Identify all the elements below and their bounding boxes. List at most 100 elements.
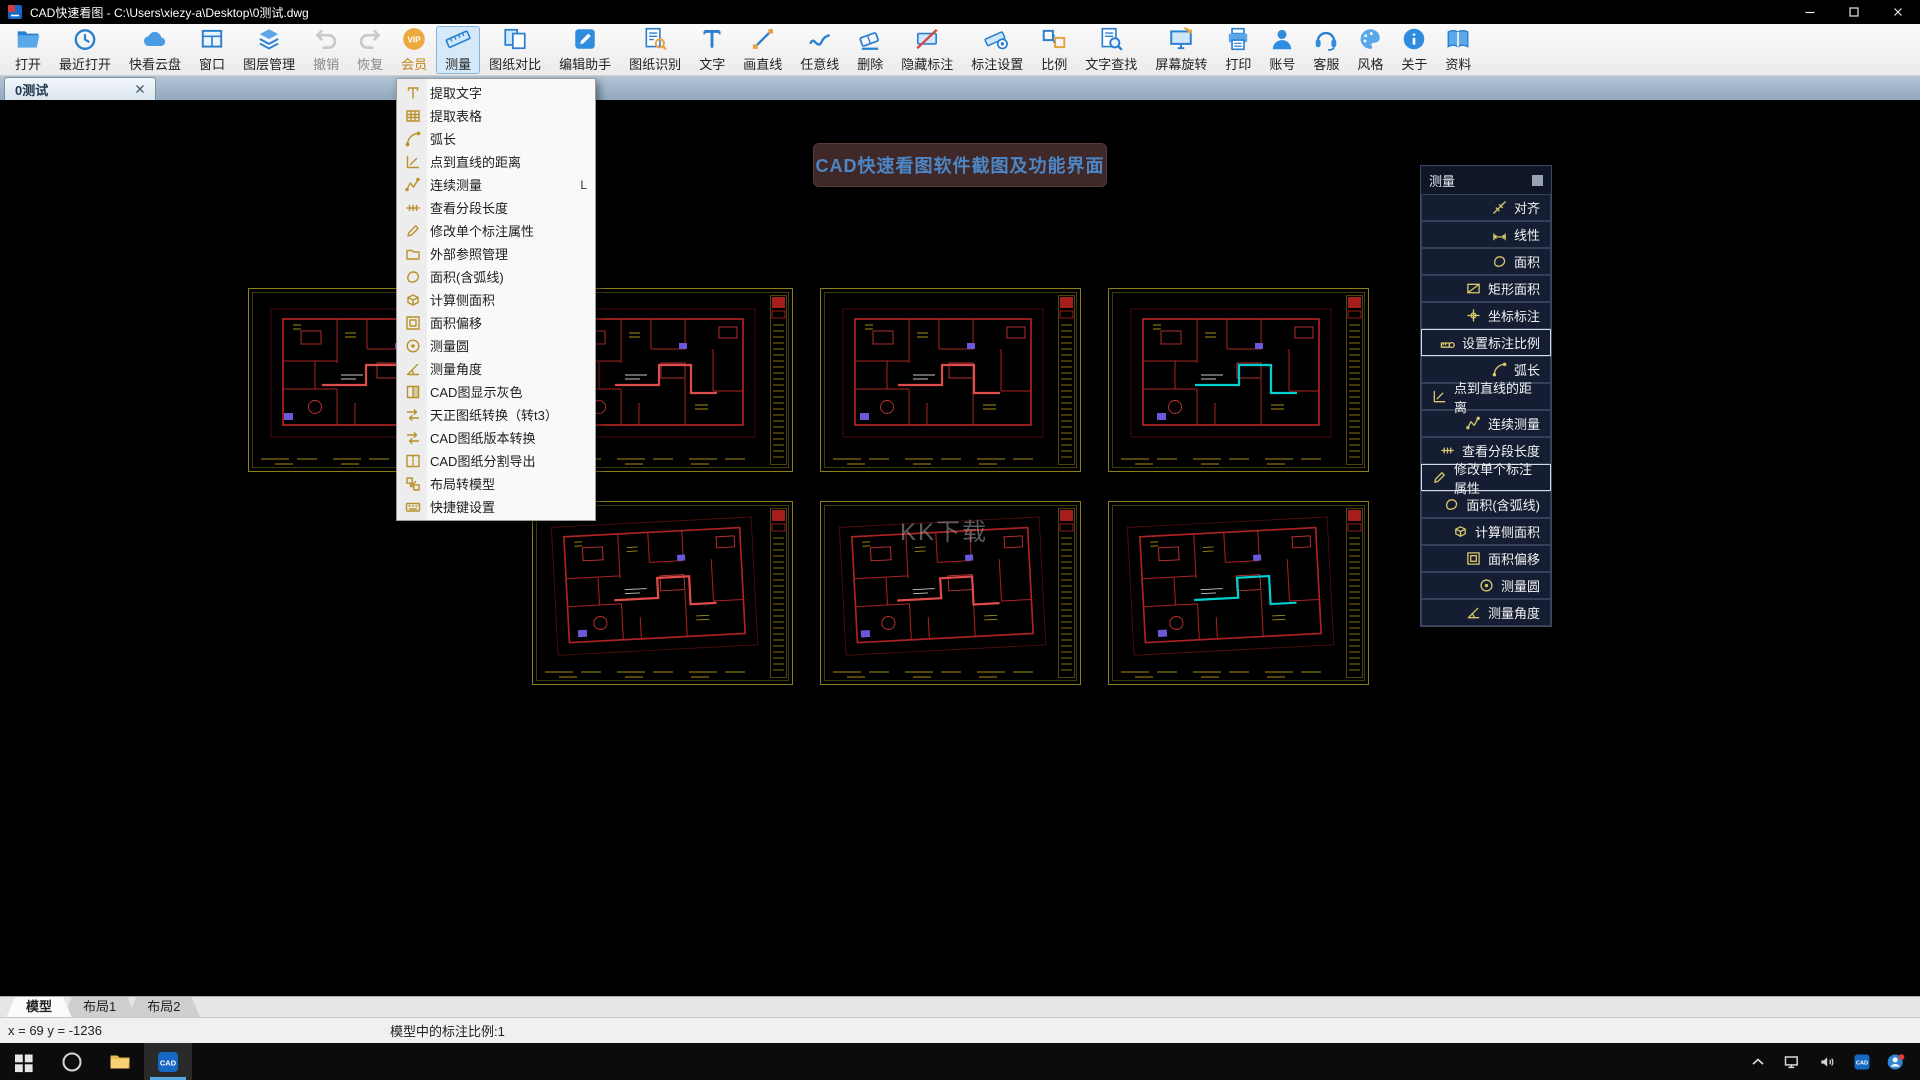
- circle-icon: [405, 338, 421, 354]
- menu-item-cad-gray-display[interactable]: CAD图显示灰色: [397, 380, 595, 403]
- menu-item-extract-table[interactable]: 提取表格: [397, 104, 595, 127]
- measure-panel-item-coord-annotation[interactable]: 坐标标注: [1421, 302, 1551, 329]
- menu-item-arc-length[interactable]: 弧长: [397, 127, 595, 150]
- measure-panel-item-label: 面积(含弧线): [1466, 498, 1540, 513]
- layout-tab-layout1[interactable]: 布局1: [63, 997, 136, 1018]
- toolbar-button-hide-annotation[interactable]: 隐藏标注: [892, 26, 962, 74]
- layout-tab-layout2[interactable]: 布局2: [127, 997, 200, 1018]
- menu-item-view-segment-length[interactable]: 查看分段长度: [397, 196, 595, 219]
- toolbar-button-scale[interactable]: 比例: [1032, 26, 1076, 74]
- toolbar-button-measure[interactable]: 测量: [436, 25, 481, 74]
- panel-close-button[interactable]: [1532, 174, 1543, 186]
- menu-item-split-export[interactable]: CAD图纸分割导出: [397, 449, 595, 472]
- measure-panel-item-set-annotation-scale[interactable]: 设置标注比例: [1421, 329, 1551, 356]
- drawing-canvas[interactable]: CAD快速看图软件截图及功能界面 KK下载: [0, 100, 1920, 996]
- svg-text:VIP: VIP: [408, 35, 422, 44]
- menu-item-label: 提取文字: [430, 86, 483, 101]
- menu-item-tianzheng-convert[interactable]: 天正图纸转换（转t3）: [397, 403, 595, 426]
- scale-set-icon: [1440, 335, 1455, 350]
- measure-panel-item-area[interactable]: 面积: [1421, 248, 1551, 275]
- tray-network-icon[interactable]: [1783, 1052, 1803, 1072]
- toolbar-button-annotation-settings[interactable]: 标注设置: [962, 26, 1032, 74]
- menu-item-label: 修改单个标注属性: [430, 224, 535, 239]
- menu-item-modify-single-annotation[interactable]: 修改单个标注属性: [397, 219, 595, 242]
- layout-tab-model[interactable]: 模型: [6, 997, 72, 1018]
- toolbar-button-docs[interactable]: 资料: [1436, 26, 1480, 74]
- toolbar-button-edit-assistant[interactable]: 编辑助手: [550, 26, 620, 74]
- toolbar-button-label: 撤销: [313, 57, 340, 72]
- tray-tray-cad-icon[interactable]: CAD: [1853, 1053, 1871, 1071]
- toolbar-button-open[interactable]: 打开: [6, 26, 50, 74]
- maximize-button[interactable]: [1832, 0, 1876, 24]
- tab-close-icon[interactable]: [135, 84, 145, 94]
- offset-icon: [405, 315, 421, 331]
- toolbar-button-style[interactable]: 风格: [1348, 26, 1392, 74]
- toolbar-button-vip-member[interactable]: VIP 会员: [392, 26, 436, 74]
- measure-panel-item-side-area[interactable]: 计算侧面积: [1421, 518, 1551, 545]
- toolbar-button-recent-open[interactable]: 最近打开: [50, 26, 120, 74]
- toolbar-button-drawing-recognize[interactable]: 图纸识别: [620, 26, 690, 74]
- taskbar-cad-app-button[interactable]: CAD: [144, 1043, 192, 1080]
- menu-item-hotkey-settings[interactable]: 快捷键设置: [397, 495, 595, 518]
- taskbar-file-explorer-button[interactable]: [96, 1043, 144, 1080]
- toolbar-button-delete[interactable]: 删除: [848, 26, 892, 74]
- measure-panel-item-area-with-arc[interactable]: 面积(含弧线): [1421, 491, 1551, 518]
- measure-dropdown-menu: 提取文字提取表格 弧长 点到直线的距离 连续测量 L 查看分段长度修改单个标注属性外部参照…: [396, 78, 596, 521]
- menu-item-measure-angle[interactable]: 测量角度: [397, 357, 595, 380]
- menu-item-label: 快捷键设置: [430, 500, 496, 515]
- toolbar-button-window[interactable]: 窗口: [190, 26, 234, 74]
- toolbar-button-drawing-compare[interactable]: 图纸对比: [480, 26, 550, 74]
- menu-item-layout-to-model[interactable]: 布局转模型: [397, 472, 595, 495]
- toolbar-button-label: 图层管理: [243, 57, 296, 72]
- windows-taskbar: CAD CAD: [0, 1043, 1920, 1080]
- measure-panel-item-area-offset[interactable]: 面积偏移: [1421, 545, 1551, 572]
- toolbar-button-label: 窗口: [199, 57, 226, 72]
- app-logo-icon: [7, 4, 23, 20]
- measure-panel-header[interactable]: 测量: [1421, 166, 1551, 194]
- menu-item-point-line-distance[interactable]: 点到直线的距离: [397, 150, 595, 173]
- document-tab-0ceshi[interactable]: 0测试: [4, 77, 156, 100]
- measure-panel-item-measure-angle[interactable]: 测量角度: [1421, 599, 1551, 626]
- tray-volume-icon[interactable]: [1818, 1052, 1838, 1072]
- toolbar-button-screen-rotate[interactable]: 屏幕旋转: [1146, 26, 1216, 74]
- tray-account-icon[interactable]: [1886, 1052, 1906, 1072]
- menu-item-shortcut: L: [580, 177, 587, 192]
- menu-item-area-with-arc[interactable]: 面积(含弧线): [397, 265, 595, 288]
- toolbar-button-label: 会员: [401, 57, 428, 72]
- tray-tray-expand-icon[interactable]: [1748, 1052, 1768, 1072]
- toolbar-button-redo[interactable]: 恢复: [348, 26, 392, 74]
- toolbar-button-about[interactable]: 关于: [1392, 26, 1436, 74]
- toolbar-button-cloud-drive[interactable]: 快看云盘: [120, 26, 190, 74]
- toolbar-button-free-line[interactable]: 任意线: [791, 26, 848, 74]
- menu-item-continuous-measure[interactable]: 连续测量 L: [397, 173, 595, 196]
- measure-panel-item-align[interactable]: 对齐: [1421, 194, 1551, 221]
- measure-panel-item-point-line-distance[interactable]: 点到直线的距离: [1421, 381, 1551, 415]
- toolbar-button-text[interactable]: 文字: [690, 26, 734, 74]
- toolbar-button-print[interactable]: 打印: [1216, 26, 1260, 74]
- menu-item-version-convert[interactable]: CAD图纸版本转换: [397, 426, 595, 449]
- menu-item-extract-text[interactable]: 提取文字: [397, 81, 595, 104]
- toolbar-button-undo[interactable]: 撤销: [304, 26, 348, 74]
- area-arc-icon: [405, 269, 421, 285]
- taskbar-start-button[interactable]: [0, 1043, 48, 1080]
- toolbar-button-draw-line[interactable]: 画直线: [734, 26, 791, 74]
- toolbar-button-label: 编辑助手: [559, 57, 612, 72]
- menu-item-measure-circle[interactable]: 测量圆: [397, 334, 595, 357]
- toolbar-button-text-search[interactable]: 文字查找: [1076, 26, 1146, 74]
- menu-item-area-offset[interactable]: 面积偏移: [397, 311, 595, 334]
- close-button[interactable]: [1876, 0, 1920, 24]
- minimize-button[interactable]: [1788, 0, 1832, 24]
- measure-panel-item-modify-single-annotation[interactable]: 修改单个标注属性: [1421, 462, 1551, 496]
- taskbar-cortana-button[interactable]: [48, 1043, 96, 1080]
- measure-panel-item-rect-area[interactable]: 矩形面积: [1421, 275, 1551, 302]
- measure-panel-item-measure-circle[interactable]: 测量圆: [1421, 572, 1551, 599]
- toolbar-button-customer-service[interactable]: 客服: [1304, 26, 1348, 74]
- toolbar-button-layer-manager[interactable]: 图层管理: [234, 26, 304, 74]
- info-circle-icon: [1401, 26, 1427, 52]
- toolbar-button-label: 隐藏标注: [901, 57, 954, 72]
- menu-item-side-area[interactable]: 计算侧面积: [397, 288, 595, 311]
- toolbar-button-account[interactable]: 账号: [1260, 26, 1304, 74]
- menu-item-external-reference[interactable]: 外部参照管理: [397, 242, 595, 265]
- measure-panel-item-linear[interactable]: 线性: [1421, 221, 1551, 248]
- convert-icon: [405, 430, 421, 446]
